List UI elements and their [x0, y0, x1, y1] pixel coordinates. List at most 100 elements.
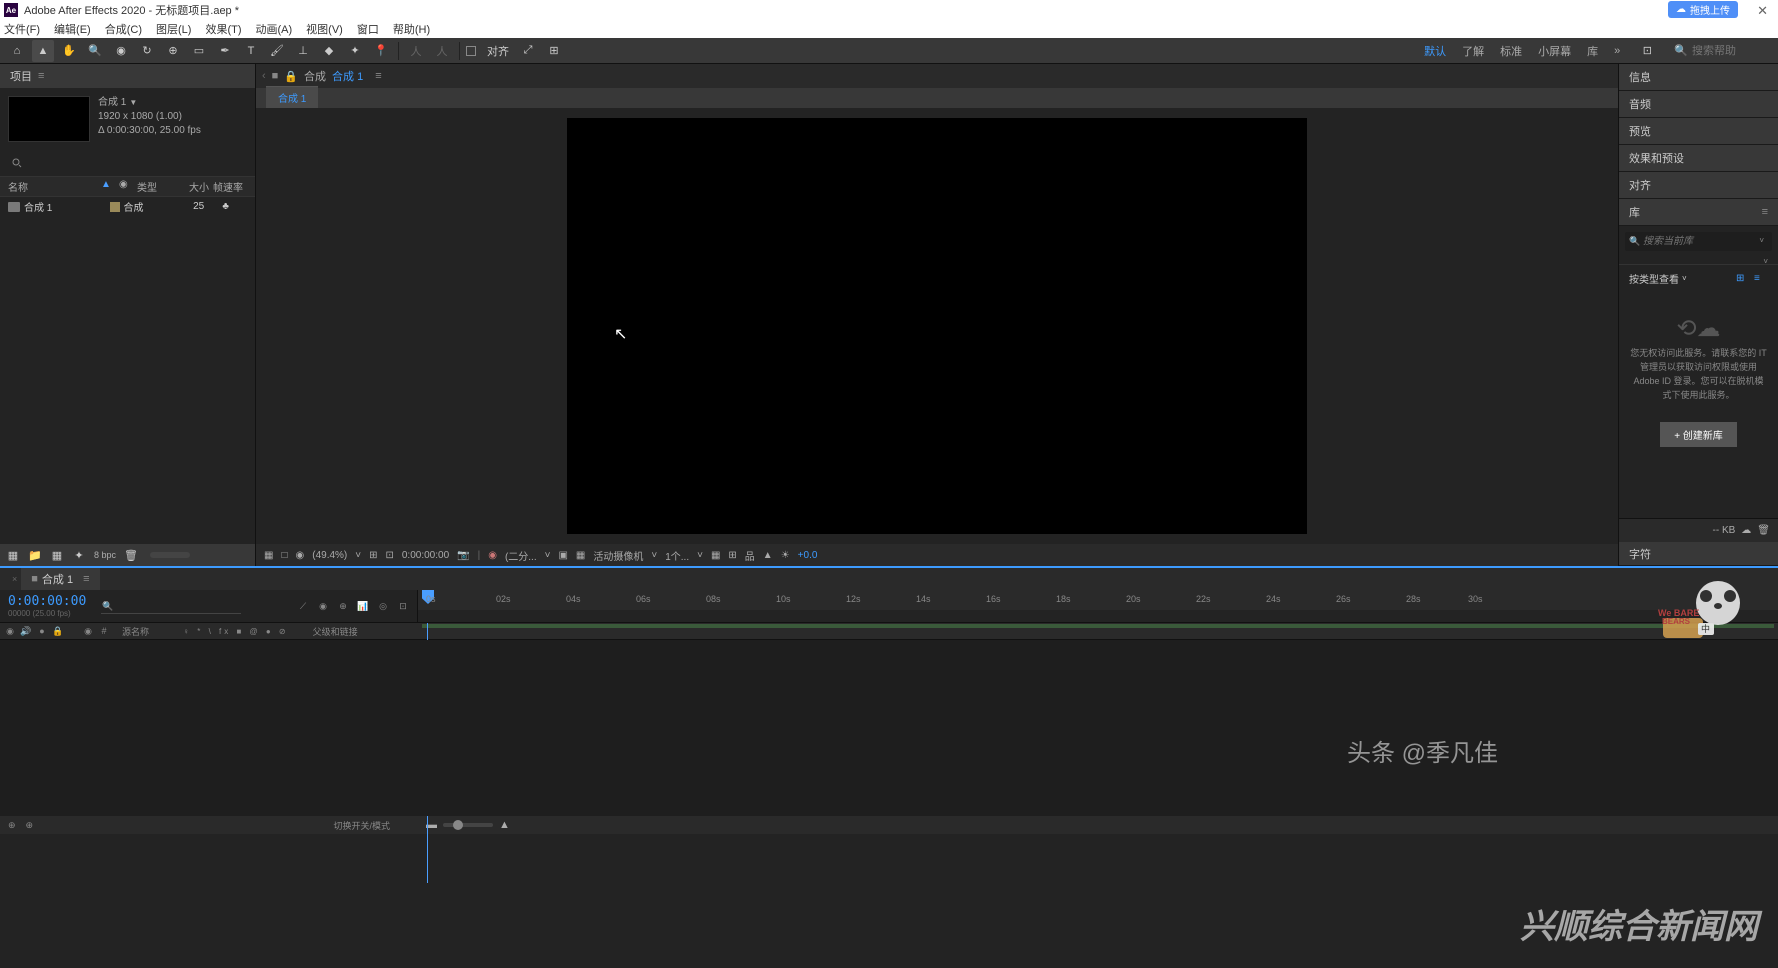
create-library-button[interactable]: + 创建新库	[1660, 422, 1737, 447]
composition-canvas[interactable]	[567, 118, 1307, 534]
eraser-tool-icon[interactable]: ◆	[318, 40, 340, 62]
menu-edit[interactable]: 编辑(E)	[54, 21, 91, 37]
list-view-icon[interactable]: ≡	[1754, 273, 1768, 285]
toggle2-icon[interactable]: ⊕	[26, 820, 34, 831]
views-dropdown[interactable]: 1个...	[665, 548, 689, 563]
alpha-icon[interactable]: ▦	[264, 550, 273, 561]
upload-badge[interactable]: ☁ 拖拽上传	[1668, 1, 1738, 18]
grid-view-icon[interactable]: ⊞	[1736, 273, 1750, 285]
menu-animation[interactable]: 动画(A)	[256, 21, 293, 37]
transparent-icon[interactable]: ▦	[576, 550, 585, 561]
selection-tool-icon[interactable]: ▲	[32, 40, 54, 62]
draft3d-icon[interactable]: ◎	[377, 600, 389, 612]
camera-label[interactable]: 活动摄像机	[593, 548, 643, 563]
sync-icon[interactable]: ☁	[1741, 525, 1751, 536]
item-color-tag[interactable]	[110, 202, 120, 212]
workspace-reset-icon[interactable]: ⊡	[1636, 40, 1658, 62]
eye-icon[interactable]: ◉	[4, 625, 16, 637]
frame-blend-icon[interactable]: ◉	[317, 600, 329, 612]
lock-icon[interactable]: 🔒	[52, 625, 64, 637]
chevron-down-icon[interactable]: ˅	[355, 550, 361, 561]
toggle-switches-label[interactable]: 切换开关/模式	[333, 819, 390, 832]
timecode-value[interactable]: 0:00:00:00	[402, 550, 449, 561]
orbit-tool-icon[interactable]: ◉	[110, 40, 132, 62]
project-search-input[interactable]	[8, 154, 247, 172]
timeline-layers-list[interactable]	[0, 640, 418, 816]
close-icon[interactable]: ✕	[1757, 3, 1768, 19]
viewer-canvas-area[interactable]: ↖	[256, 108, 1618, 544]
number-icon[interactable]: #	[98, 625, 110, 637]
menu-file[interactable]: 文件(F)	[4, 21, 40, 37]
workspace-lib[interactable]: 库	[1587, 43, 1598, 59]
lock-icon[interactable]: 🔒	[284, 70, 298, 83]
text-tool-icon[interactable]: T	[240, 40, 262, 62]
col-name[interactable]: 名称	[8, 179, 101, 194]
menu-help[interactable]: 帮助(H)	[393, 21, 430, 37]
comp-thumbnail[interactable]	[8, 96, 90, 142]
dropdown-icon[interactable]: ×	[8, 574, 21, 584]
timeline-zoom-slider[interactable]: ▬ ▲	[426, 819, 510, 831]
timeline-tracks[interactable]	[418, 640, 1778, 816]
workspace-default[interactable]: 默认	[1424, 43, 1446, 59]
panel-menu-icon[interactable]: ≡	[83, 573, 89, 585]
project-panel-header[interactable]: 项目 ≡	[0, 64, 255, 88]
timeline-search-input[interactable]	[101, 598, 241, 614]
adjust-icon[interactable]: ✦	[72, 548, 86, 562]
rotate-tool-icon[interactable]: ↻	[136, 40, 158, 62]
col-tag-icon[interactable]: ▲	[101, 179, 119, 194]
panel-preview[interactable]: 预览	[1619, 118, 1778, 145]
col-size[interactable]: 大小	[179, 179, 209, 194]
work-area-bar[interactable]	[422, 624, 1774, 628]
panel-menu-icon[interactable]: ≡	[38, 70, 44, 82]
chevron-down-icon[interactable]: ˅	[1759, 236, 1764, 245]
brush-tool-icon[interactable]: 🖌	[266, 40, 288, 62]
exposure-icon[interactable]: ☀	[781, 550, 790, 561]
lib-browse-label[interactable]: 按类型查看	[1629, 271, 1679, 286]
trash-icon[interactable]: 🗑	[1757, 525, 1770, 536]
pen-tool-icon[interactable]: ✒	[214, 40, 236, 62]
snap-icon[interactable]: ⤢	[517, 40, 539, 62]
puppet-tool-icon[interactable]: 📍	[370, 40, 392, 62]
comp-tab[interactable]: 合成 1	[266, 86, 318, 108]
menu-composition[interactable]: 合成(C)	[105, 21, 142, 37]
mask-icon[interactable]: ◉	[296, 550, 305, 561]
project-item-row[interactable]: 合成 1 合成 25 ♣	[0, 197, 255, 216]
col-parent[interactable]: 父级和链接	[313, 625, 358, 638]
render-icon[interactable]: ▲	[763, 550, 773, 561]
col-label-icon[interactable]: ◉	[119, 179, 137, 194]
help-search-input[interactable]	[1692, 45, 1772, 57]
fast-icon[interactable]: ⊞	[728, 550, 736, 561]
menu-window[interactable]: 窗口	[357, 21, 379, 37]
grid-icon[interactable]: ⊞	[369, 550, 377, 561]
timeline-ruler[interactable]: 0s 02s 04s 06s 08s 10s 12s 14s 16s 18s 2…	[418, 590, 1778, 610]
workspace-standard[interactable]: 标准	[1500, 43, 1522, 59]
menu-view[interactable]: 视图(V)	[306, 21, 343, 37]
color-icon[interactable]: ◉	[488, 550, 497, 561]
timeline-tab[interactable]: ■ 合成 1 ≡	[21, 568, 99, 590]
panel-audio[interactable]: 音频	[1619, 91, 1778, 118]
snap2-icon[interactable]: ⊞	[543, 40, 565, 62]
exposure-value[interactable]: +0.0	[798, 550, 818, 561]
zoom-in-icon[interactable]: ▲	[499, 819, 510, 831]
chevron-down-icon[interactable]: ˅	[651, 550, 657, 561]
panel-effects[interactable]: 效果和预设	[1619, 145, 1778, 172]
toggle-icon[interactable]: ⊕	[8, 820, 16, 831]
chevron-down-icon[interactable]: ˅	[697, 550, 703, 561]
nav-back-icon[interactable]: ‹	[262, 70, 266, 82]
anchor-tool-icon[interactable]: ⊕	[162, 40, 184, 62]
menu-layer[interactable]: 图层(L)	[156, 21, 191, 37]
flow-icon[interactable]: ■	[272, 70, 279, 82]
menu-effect[interactable]: 效果(T)	[205, 21, 241, 37]
bpc-value[interactable]: 8 bpc	[94, 550, 116, 560]
folder-icon[interactable]: 📁	[28, 548, 42, 562]
home-icon[interactable]: ⌂	[6, 40, 28, 62]
col-type[interactable]: 类型	[137, 179, 179, 194]
align-checkbox[interactable]	[466, 46, 476, 56]
shy-icon[interactable]: ⟋	[297, 600, 309, 612]
workspace-small[interactable]: 小屏幕	[1538, 43, 1571, 59]
channel-icon[interactable]: □	[281, 550, 287, 561]
rect-tool-icon[interactable]: ▭	[188, 40, 210, 62]
hand-tool-icon[interactable]: ✋	[58, 40, 80, 62]
dim2-icon[interactable]: 人	[431, 40, 453, 62]
timeline-timecode[interactable]: 0:00:00:00	[8, 594, 90, 609]
